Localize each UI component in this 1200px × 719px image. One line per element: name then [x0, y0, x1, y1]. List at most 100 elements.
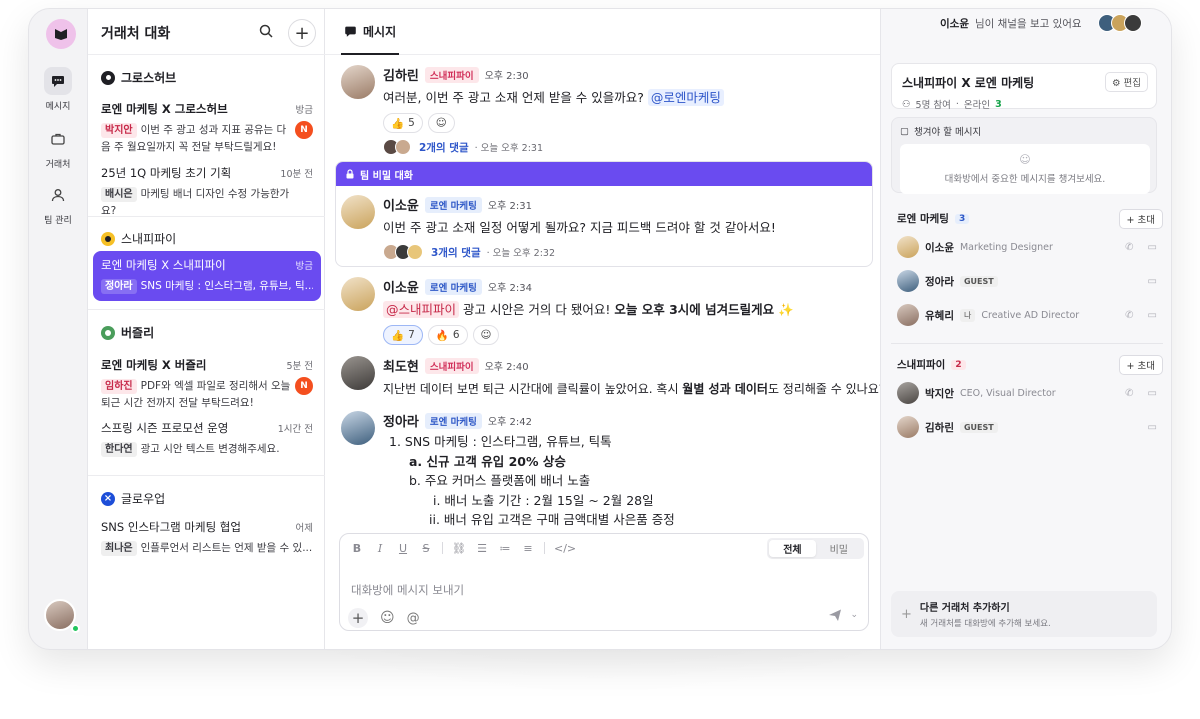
phone-icon[interactable]: ✆: [1125, 242, 1133, 253]
message-text-end: 도 정리해줄 수 있나요?: [767, 382, 886, 396]
conversation-item-active[interactable]: 로엔 마케팅 X 스내피파이 방금 정아라 SNS 마케팅 : 인스타그램, 유튜브…: [93, 251, 321, 301]
add-reaction-button[interactable]: ☺: [427, 113, 455, 133]
member-row[interactable]: 정아라 GUEST ▭: [897, 269, 1159, 293]
bold-icon[interactable]: B: [350, 542, 364, 555]
rail-item-messages[interactable]: 메시지: [29, 67, 87, 112]
thread-summary[interactable]: 3개의 댓글 · 오늘 오후 2:32: [383, 244, 876, 260]
attach-plus-button[interactable]: +: [348, 608, 368, 628]
avatar[interactable]: [341, 277, 375, 311]
conversation-name: 스프링 시즌 프로모션 운영: [101, 421, 229, 435]
add-partner-button[interactable]: + 다른 거래처 추가하기 새 거래처를 대화방에 추가해 보세요.: [891, 591, 1157, 637]
secret-bar: 팀 비밀 대화: [336, 162, 872, 186]
avatar: [897, 416, 919, 438]
chevron-down-icon[interactable]: ⌄: [850, 610, 858, 620]
reaction-count: 7: [408, 329, 415, 341]
seg-all-button[interactable]: 전체: [769, 540, 816, 557]
thread-time: · 오늘 오후 2:32: [486, 248, 555, 259]
conversation-item[interactable]: 로엔 마케팅 X 버즐리 5분 전 임하진 PDF와 엑셀 파일로 정리해서 오늘 …: [93, 351, 321, 418]
member-role: CEO, Visual Director: [959, 387, 1056, 399]
member-row[interactable]: 유혜리 나 Creative AD Director ✆ ▭: [897, 303, 1159, 327]
reaction-count: 6: [452, 329, 460, 341]
list-line: i. 배너 노출 기간 : 2월 15일 ~ 2월 28일: [433, 492, 654, 508]
group-name: 그로스허브: [121, 71, 177, 85]
message-author[interactable]: 정아라: [383, 411, 419, 430]
new-conversation-button[interactable]: +: [288, 19, 316, 47]
conversation-item[interactable]: SNS 인스타그램 마케팅 협업 어제 최나은 인플루언서 리스트는 언제 받을 수…: [93, 513, 321, 563]
people-icon: ⚇: [902, 98, 911, 110]
phone-icon[interactable]: ✆: [1125, 310, 1133, 321]
edit-button[interactable]: ⚙ 편집: [1104, 72, 1148, 92]
rail-item-partners[interactable]: 거래처: [29, 125, 87, 170]
bullet-list-icon[interactable]: ≔: [498, 542, 512, 555]
thread-summary[interactable]: 2개의 댓글 · 오늘 오후 2:31: [383, 139, 876, 155]
link-icon[interactable]: ⛓: [452, 542, 466, 555]
invite-button[interactable]: + 초대: [1118, 209, 1163, 229]
reaction-button[interactable]: 🔥 6: [427, 325, 468, 345]
mention-icon[interactable]: @: [407, 611, 420, 626]
conversation-time: 어제: [295, 523, 313, 534]
sender-chip: 임하진: [101, 379, 137, 394]
rail-label-team: 팀 관리: [44, 216, 72, 226]
seg-secret-button[interactable]: 비밀: [816, 540, 862, 557]
invite-button[interactable]: + 초대: [1118, 355, 1163, 375]
member-row[interactable]: 김하린 GUEST ▭: [897, 415, 1159, 439]
format-toolbar: B I U S ⛓ ☰ ≔ ≡ </> 전체 비밀: [340, 534, 868, 562]
search-icon[interactable]: [258, 23, 274, 42]
thread-link[interactable]: 2개의 댓글: [419, 140, 469, 155]
message-icon[interactable]: ▭: [1148, 242, 1157, 253]
message-author[interactable]: 최도현: [383, 356, 419, 375]
conversation-item[interactable]: 스프링 시즌 프로모션 운영 1시간 전 한다연 광고 시안 텍스트 변경해주세요.: [93, 414, 321, 464]
sender-chip: 배시은: [101, 187, 137, 202]
thread-link[interactable]: 3개의 댓글: [431, 245, 481, 260]
message-icon[interactable]: ▭: [1148, 276, 1157, 287]
divider: [442, 542, 443, 554]
viewer-avatars[interactable]: [1092, 14, 1142, 32]
group-header-buzzly[interactable]: 버즐리: [101, 324, 154, 341]
reaction-button[interactable]: 👍 5: [383, 113, 423, 133]
new-badge: N: [295, 121, 313, 139]
team-count: 2: [951, 359, 966, 370]
member-row[interactable]: 박지안 CEO, Visual Director ✆ ▭: [897, 381, 1159, 405]
avatar[interactable]: [341, 356, 375, 390]
viewer-name: 이소윤: [940, 17, 969, 30]
ordered-list-icon[interactable]: ☰: [475, 542, 489, 555]
member-row[interactable]: 이소윤 Marketing Designer ✆ ▭: [897, 235, 1159, 259]
avatar[interactable]: [341, 195, 375, 229]
avatar: [897, 382, 919, 404]
message-icon[interactable]: ▭: [1148, 310, 1157, 321]
conversation-name: SNS 인스타그램 마케팅 협업: [101, 520, 241, 534]
mention[interactable]: @로엔마케팅: [647, 89, 724, 106]
avatar[interactable]: [341, 65, 375, 99]
message-icon[interactable]: ▭: [1148, 422, 1157, 433]
avatar[interactable]: [341, 411, 375, 445]
message-author[interactable]: 김하린: [383, 65, 419, 84]
pinned-messages-card: ▢ 챙겨야 할 메시지 ☺ 대화방에서 중요한 메시지를 챙겨보세요.: [891, 117, 1157, 194]
rail-item-team[interactable]: 팀 관리: [29, 181, 87, 226]
group-header-growthhub[interactable]: 그로스허브: [101, 69, 176, 86]
code-icon[interactable]: </>: [554, 542, 576, 555]
group-header-glowup[interactable]: × 글로우업: [101, 490, 165, 507]
group-header-snappify[interactable]: 스내피파이: [101, 230, 176, 247]
add-reaction-button[interactable]: ☺: [472, 325, 500, 345]
phone-icon[interactable]: ✆: [1125, 388, 1133, 399]
reaction-button[interactable]: 👍 7: [383, 325, 423, 345]
strikethrough-icon[interactable]: S: [419, 542, 433, 555]
team-name: 스내피파이: [897, 359, 946, 371]
send-icon[interactable]: [828, 608, 842, 622]
emoji-icon[interactable]: ☺: [380, 610, 395, 626]
indent-icon[interactable]: ≡: [521, 542, 535, 555]
plus-icon: +: [294, 22, 310, 44]
mention[interactable]: @스내피파이: [383, 301, 460, 318]
conversation-time: 방금: [295, 105, 313, 116]
tab-messages[interactable]: 메시지: [341, 9, 400, 55]
rail-label-messages: 메시지: [45, 102, 71, 112]
conversation-item[interactable]: 로엔 마케팅 X 그로스허브 방금 박지안 이번 주 광고 성과 지표 공유는 다음…: [93, 95, 321, 162]
italic-icon[interactable]: I: [373, 542, 387, 555]
underline-icon[interactable]: U: [396, 542, 410, 555]
message-author[interactable]: 이소윤: [383, 277, 419, 296]
message-icon[interactable]: ▭: [1148, 388, 1157, 399]
message-text: 여러분, 이번 주 광고 소재 언제 받을 수 있을까요?: [383, 90, 644, 105]
message-author[interactable]: 이소윤: [383, 195, 419, 214]
message-input[interactable]: 대화방에 메시지 보내기: [351, 582, 464, 598]
app-logo[interactable]: [46, 19, 76, 49]
